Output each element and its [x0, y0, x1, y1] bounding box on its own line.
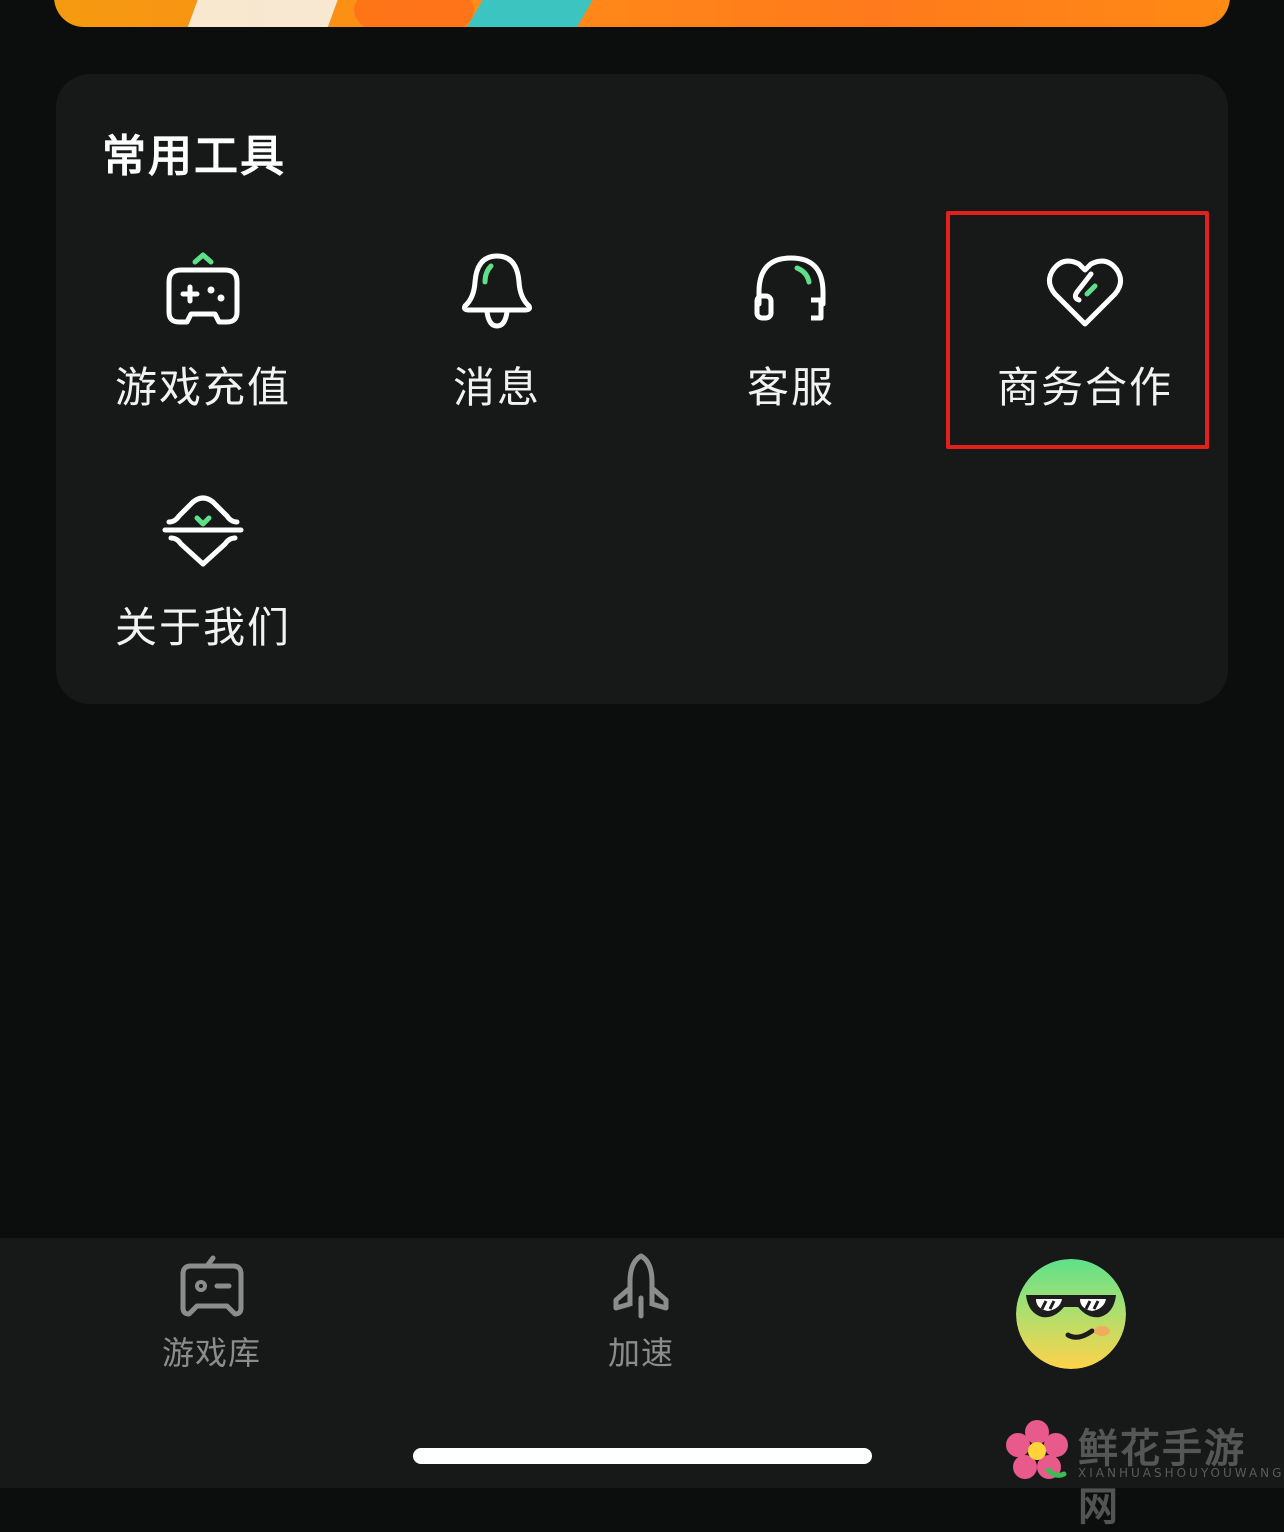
headset-icon — [754, 255, 826, 321]
home-indicator[interactable] — [413, 1448, 872, 1464]
tab-game-library[interactable]: 游戏库 — [162, 1252, 261, 1374]
tool-label: 客服 — [746, 363, 835, 412]
watermark-subtitle: XIANHUASHOUYOUWANG — [1078, 1466, 1284, 1480]
about-badge-icon — [162, 495, 244, 567]
tool-label: 关于我们 — [114, 603, 291, 652]
tab-accelerate[interactable]: 加速 — [606, 1252, 676, 1374]
tool-label: 游戏充值 — [114, 363, 291, 412]
tool-about-us[interactable]: 关于我们 — [56, 460, 350, 700]
tab-label: 游戏库 — [162, 1334, 262, 1372]
tool-label: 消息 — [452, 363, 541, 412]
card-title: 常用工具 — [102, 131, 286, 182]
tab-profile-avatar[interactable] — [1016, 1259, 1126, 1369]
rocket-icon — [613, 1253, 669, 1319]
avatar-icon — [1016, 1259, 1126, 1369]
site-watermark: 鲜花手游网 XIANHUASHOUYOUWANG — [1004, 1418, 1281, 1530]
banner-decoration — [465, 0, 593, 27]
tab-label: 加速 — [607, 1334, 674, 1372]
flower-logo-icon — [1006, 1420, 1068, 1479]
game-library-icon — [180, 1255, 243, 1317]
selection-highlight — [946, 211, 1209, 449]
banner-decoration — [354, 0, 474, 27]
gamepad-recharge-icon — [166, 252, 240, 325]
common-tools-card: 常用工具 游戏充值 消息 客服 商务合作 关于我们 — [56, 74, 1228, 704]
promo-banner[interactable] — [54, 0, 1230, 27]
banner-decoration — [186, 0, 342, 27]
tool-game-recharge[interactable]: 游戏充值 — [56, 220, 350, 460]
bell-icon — [462, 253, 532, 329]
tool-messages[interactable]: 消息 — [350, 220, 644, 460]
tool-customer-service[interactable]: 客服 — [644, 220, 938, 460]
